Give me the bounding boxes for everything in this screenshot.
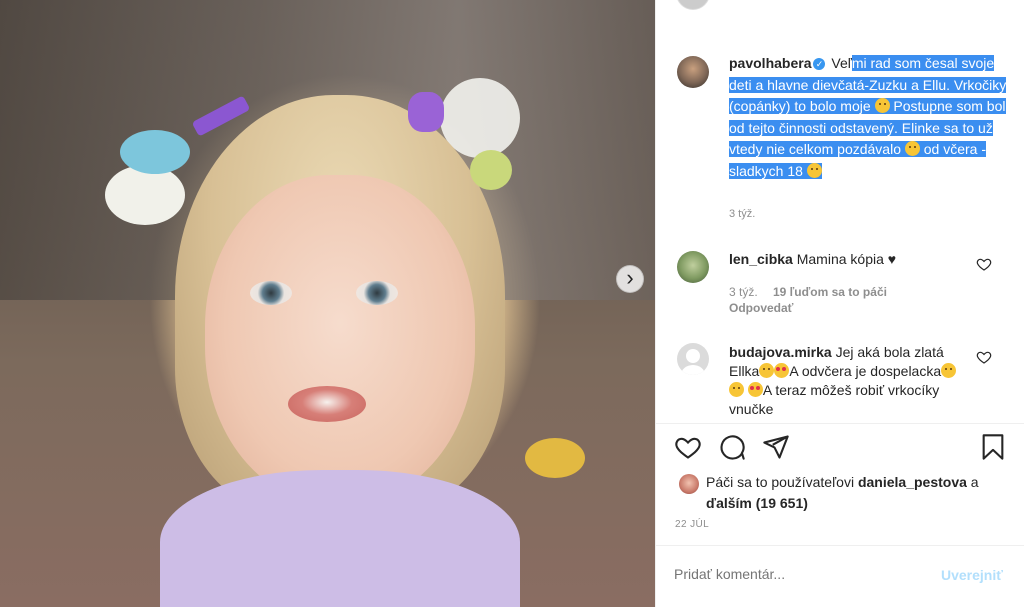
comment-username[interactable]: budajova.mirka [729,344,832,360]
comment-timestamp[interactable]: 3 týž. [729,285,758,299]
caption-text-start: Veľ [831,55,852,71]
share-icon[interactable] [762,433,790,461]
heart-eyes-emoji-icon [774,363,790,378]
comment: budajova.mirka Jej aká bola zlatá Ellka A… [729,343,969,419]
comment-icon[interactable] [718,433,746,461]
bookmark-icon[interactable] [979,433,1007,461]
post-date[interactable]: 22 JÚL [675,519,709,530]
caption-username[interactable]: pavolhabera [729,55,811,71]
like-comment-heart-icon[interactable] [976,256,992,272]
post-caption: pavolhabera ✓ Veľmi rad som česal svoje d… [729,53,1009,182]
comment-text-part: A odvčera je dospelacka [789,363,942,379]
divider [656,423,1024,424]
grin-emoji-icon [729,382,744,397]
avatar[interactable] [677,251,709,283]
comment: len_cibka Mamina kópia ♥ [729,250,969,269]
divider [656,545,1024,546]
likes-others-link[interactable]: ďalším (19 651) [706,495,808,511]
post-comment-button[interactable]: Uverejniť [941,567,1003,583]
comment-text: Mamina kópia ♥ [796,251,897,267]
avatar[interactable] [679,474,699,494]
green-scrunchie [470,150,512,190]
comment-likes-count[interactable]: 19 ľuďom sa to páči [773,285,887,299]
lilac-shirt [160,470,520,607]
comment-username[interactable]: len_cibka [729,251,793,267]
likes-user-link[interactable]: daniela_pestova [858,474,967,490]
heart-eyes-emoji-icon [747,382,763,397]
verified-badge-icon: ✓ [813,58,826,70]
smile-emoji-icon [941,363,957,378]
post-photo[interactable] [0,0,655,607]
reply-button[interactable]: Odpovedať [729,301,793,315]
header-avatar[interactable] [676,0,710,10]
likes-summary: Páči sa to používateľovi daniela_pestova… [706,474,979,511]
white-flower [105,165,185,225]
left-eye [250,281,292,305]
right-eye [356,281,398,305]
chevron-right-icon[interactable]: › [616,265,644,293]
caption-timestamp[interactable]: 3 týž. [729,208,755,220]
smile-emoji-icon [874,98,890,113]
yellow-flower [525,438,585,478]
silly-face-emoji-icon [904,141,920,156]
caption-highlighted-text: mi rad som česal svoje deti a hlavne die… [729,55,1007,179]
avatar[interactable] [677,56,709,88]
smile-emoji-icon [759,363,775,378]
comment-input[interactable] [674,566,914,582]
heart-icon[interactable] [674,433,702,461]
kiss-emoji-icon [806,162,822,178]
like-comment-heart-icon[interactable] [976,349,992,365]
post-side-panel: pavolhabera ✓ Veľmi rad som česal svoje d… [655,0,1024,607]
avatar[interactable] [677,343,709,375]
purple-scrunchie [408,92,444,132]
mouth [288,386,366,422]
child-face [205,175,475,505]
blue-scrunchie [120,130,190,174]
